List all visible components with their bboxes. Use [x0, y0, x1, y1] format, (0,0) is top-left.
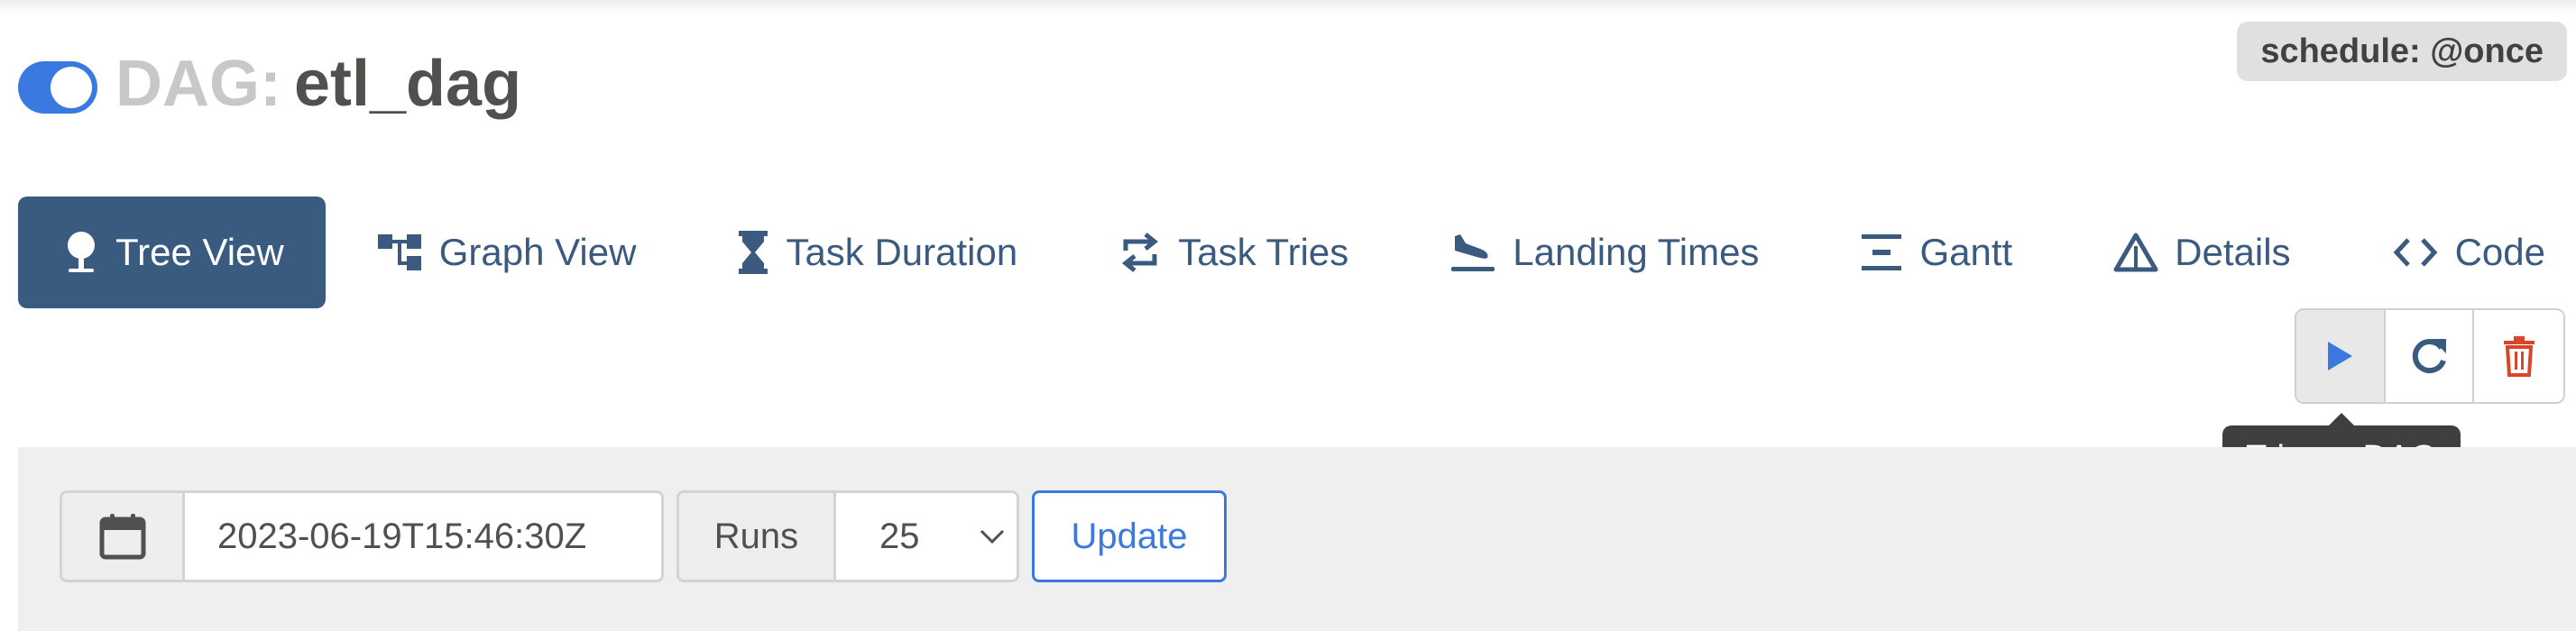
tab-label: Task Duration [786, 231, 1018, 273]
gantt-icon [1862, 234, 1902, 270]
tab-task-tries[interactable]: Task Tries [1068, 197, 1399, 308]
dag-prefix-label: DAG: [115, 48, 281, 120]
dag-action-buttons [2295, 308, 2565, 404]
tooltip-arrow [2329, 413, 2354, 425]
tab-details[interactable]: Details [2063, 197, 2341, 308]
tab-label: Details [2175, 231, 2291, 273]
refresh-icon [2412, 339, 2446, 374]
refresh-dag-button[interactable] [2385, 310, 2475, 402]
dag-view-nav: Tree View Graph View Task Duration Task … [18, 197, 2576, 308]
code-icon [2393, 238, 2437, 267]
toggle-knob [51, 67, 92, 108]
warning-triangle-icon [2113, 233, 2158, 272]
tab-label: Task Tries [1178, 231, 1349, 273]
plane-arrival-icon [1451, 234, 1495, 271]
tab-gantt[interactable]: Gantt [1809, 197, 2063, 308]
tab-graph-view[interactable]: Graph View [326, 197, 687, 308]
page-title: DAG: etl_dag [115, 43, 521, 124]
filter-form: Runs 25 Update [60, 490, 1227, 582]
tree-filter-bar: Runs 25 Update [18, 447, 2576, 631]
runs-selected-value: 25 [879, 516, 920, 556]
tree-icon [68, 232, 95, 272]
schedule-badge: schedule: @once [2237, 22, 2567, 81]
calendar-icon [99, 514, 145, 560]
chevron-down-icon [980, 529, 1005, 544]
base-date-input[interactable] [182, 490, 664, 582]
delete-dag-button[interactable] [2474, 310, 2563, 402]
tab-label: Graph View [438, 231, 637, 273]
tab-code[interactable]: Code [2341, 197, 2576, 308]
runs-select[interactable]: 25 [833, 490, 1019, 582]
retweet-icon [1122, 233, 1159, 272]
tab-label: Code [2454, 231, 2545, 273]
tab-label: Tree View [115, 231, 284, 273]
top-shadow [0, 0, 2576, 13]
tab-tree-view[interactable]: Tree View [18, 197, 326, 308]
trash-icon [2503, 336, 2535, 377]
tab-task-duration[interactable]: Task Duration [686, 197, 1068, 308]
date-picker-addon[interactable] [60, 490, 182, 582]
hourglass-icon [739, 231, 768, 274]
update-button[interactable]: Update [1032, 490, 1227, 582]
tab-landing-times[interactable]: Landing Times [1399, 197, 1809, 308]
trigger-dag-button[interactable] [2296, 310, 2386, 402]
dag-id: etl_dag [293, 48, 522, 120]
dag-pause-toggle[interactable] [18, 61, 97, 114]
tab-label: Landing Times [1513, 231, 1760, 273]
runs-label: Runs [676, 490, 833, 582]
tab-label: Gantt [1919, 231, 2013, 273]
play-icon [2328, 342, 2353, 370]
graph-icon [377, 234, 421, 270]
